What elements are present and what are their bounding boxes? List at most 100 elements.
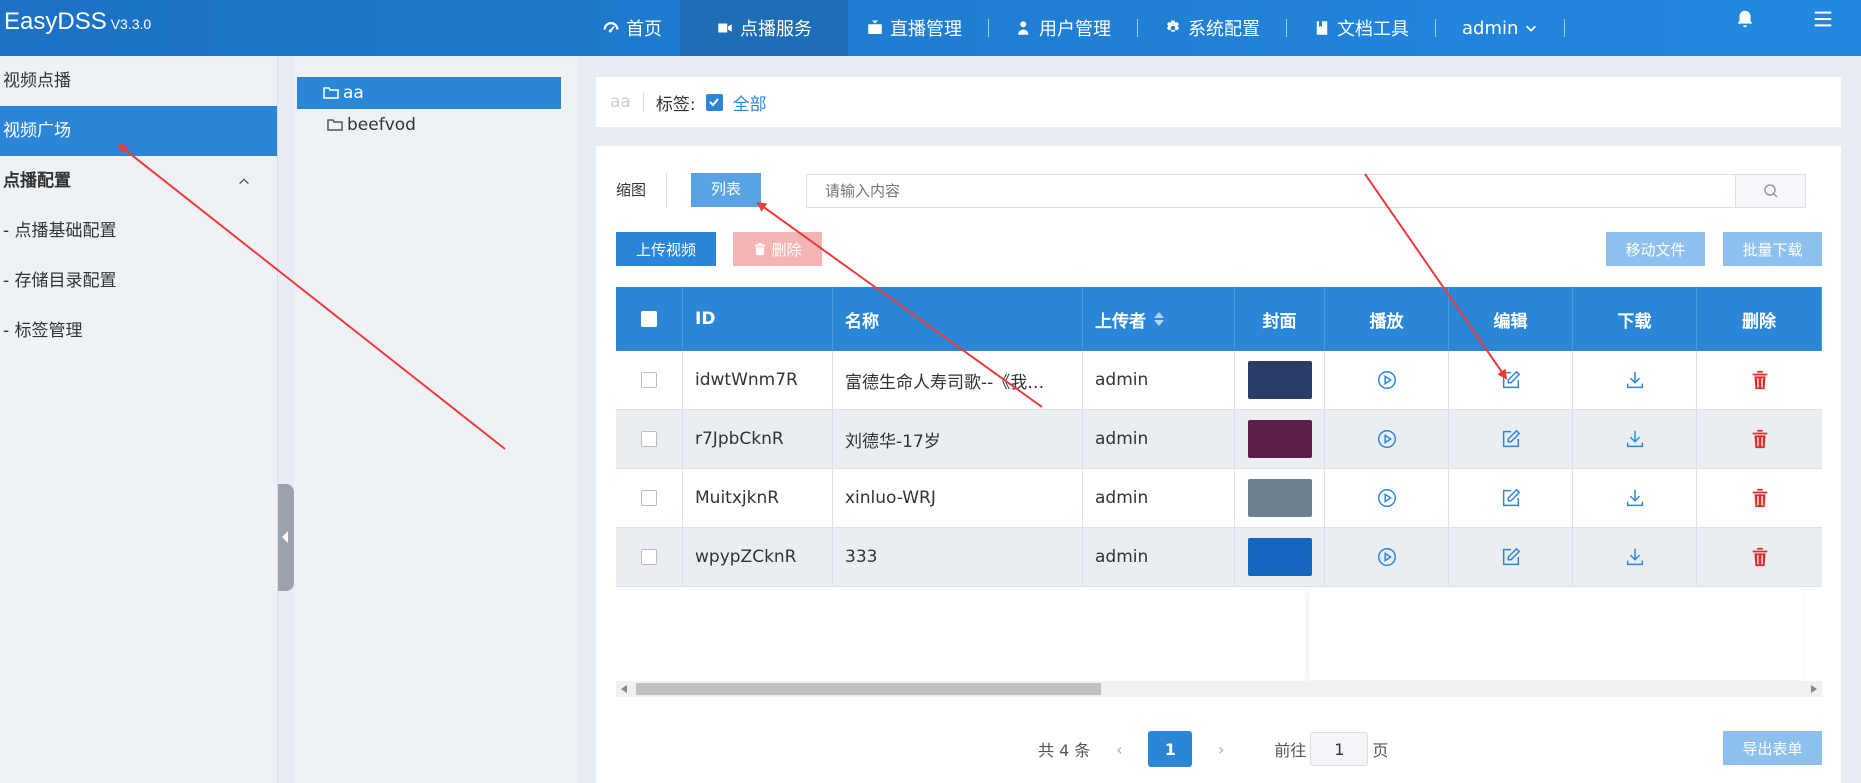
book-icon [1316,21,1328,35]
upload-video-button[interactable]: 上传视频 [616,232,716,266]
batch-download-button[interactable]: 批量下载 [1723,232,1822,266]
nav-separator [1137,19,1138,37]
brand-logo[interactable]: EasyDSS V3.3.0 [4,8,151,36]
folder-label: aa [343,83,364,103]
header-uploader[interactable]: 上传者 [1083,287,1235,351]
row-checkbox[interactable] [641,372,657,388]
nav-separator [988,19,989,37]
tag-all-checkbox[interactable] [705,93,723,111]
trash-icon[interactable] [1749,487,1771,509]
sidebar-item-vod[interactable]: 视频点播 [0,56,277,106]
delete-button[interactable]: 删除 [733,232,822,266]
select-all-checkbox[interactable] [641,311,657,327]
nav-home[interactable]: 首页 [584,0,680,56]
scrollbar-thumb[interactable] [636,683,1101,695]
admin-label: admin [1462,17,1519,39]
row-select-cell [616,469,683,527]
folder-item-beefvod[interactable]: beefvod [297,109,561,141]
sidebar-collapse-handle[interactable] [278,484,294,591]
chevron-up-icon [239,178,249,185]
nav-system[interactable]: 系统配置 [1146,0,1278,56]
row-download-cell [1573,410,1697,468]
row-select-cell [616,528,683,586]
hamburger-menu-icon[interactable] [1812,8,1834,30]
row-uploader: admin [1083,351,1235,409]
sidebar-item-basic-config[interactable]: - 点播基础配置 [0,206,277,256]
prev-page-icon[interactable]: ‹ [1104,740,1134,759]
nav-vod[interactable]: 点播服务 [680,0,848,56]
goto-page-input[interactable] [1310,732,1369,766]
folder-tree: aa beefvod [294,56,578,783]
download-icon[interactable] [1624,546,1646,568]
download-icon[interactable] [1624,369,1646,391]
cover-thumbnail[interactable] [1247,538,1312,576]
nav-system-label: 系统配置 [1188,19,1260,40]
thumbnail-view-tab[interactable]: 缩图 [616,173,668,207]
user-icon [1018,21,1029,35]
row-checkbox[interactable] [641,549,657,565]
header-name: 名称 [833,287,1083,351]
horizontal-scrollbar[interactable] [616,681,1822,697]
scroll-right-icon[interactable] [1811,685,1817,693]
play-icon[interactable] [1376,487,1398,509]
play-icon[interactable] [1376,369,1398,391]
play-icon[interactable] [1376,546,1398,568]
select-all-cell [616,287,683,351]
export-button[interactable]: 导出表单 [1723,731,1822,765]
edit-icon[interactable] [1500,546,1522,568]
row-id: r7JpbCknR [683,410,833,468]
trash-icon[interactable] [1749,369,1771,391]
sidebar-item-video-square[interactable]: 视频广场 [0,106,277,156]
cover-thumbnail[interactable] [1247,479,1312,517]
row-edit-cell [1449,410,1573,468]
bell-icon[interactable] [1734,8,1756,30]
search-button[interactable] [1735,175,1805,207]
sidebar-group-vod-config[interactable]: 点播配置 [0,156,277,206]
sidebar-group-label: 点播配置 [3,171,71,191]
trash-icon[interactable] [1749,546,1771,568]
sidebar-item-tag-management[interactable]: - 标签管理 [0,306,277,356]
top-bar: EasyDSS V3.3.0 首页 点播服务 直播管理 用户管理 系统配置 文档工… [0,0,1861,56]
row-edit-cell [1449,469,1573,527]
header-delete: 删除 [1697,287,1822,351]
cover-thumbnail[interactable] [1247,361,1312,399]
download-icon[interactable] [1624,428,1646,450]
list-view-tab[interactable]: 列表 [691,173,762,207]
page-number-current[interactable]: 1 [1148,731,1193,767]
play-icon[interactable] [1376,428,1398,450]
table-fixed-column-area [1309,589,1802,680]
nav-users[interactable]: 用户管理 [997,0,1129,56]
sidebar-item-storage-config[interactable]: - 存储目录配置 [0,256,277,306]
edit-icon[interactable] [1500,369,1522,391]
cover-thumbnail[interactable] [1247,420,1312,458]
edit-icon[interactable] [1500,487,1522,509]
edit-icon[interactable] [1500,428,1522,450]
nav-docs[interactable]: 文档工具 [1295,0,1427,56]
move-file-button[interactable]: 移动文件 [1606,232,1705,266]
table-row: idwtWnm7R 富德生命人寿司歌--《我… admin [616,351,1822,410]
view-toggle: 缩图 列表 [616,173,762,207]
scroll-left-icon[interactable] [621,685,627,693]
download-icon[interactable] [1624,487,1646,509]
trash-icon[interactable] [1749,428,1771,450]
row-play-cell [1325,528,1449,586]
row-checkbox[interactable] [641,431,657,447]
header-download: 下载 [1573,287,1697,351]
nav-live[interactable]: 直播管理 [848,0,980,56]
pagination: 共 4 条 ‹ 1 › 前往 页 [1038,731,1388,767]
folder-icon [327,119,343,131]
sort-icon[interactable] [1154,312,1164,326]
next-page-icon[interactable]: › [1206,740,1236,759]
admin-dropdown[interactable]: admin [1444,18,1556,39]
video-list-panel: 缩图 列表 上传视频 删除 移动文件 批量下载 ID 名称 上传者 封面 播放 … [596,146,1841,783]
row-checkbox[interactable] [641,490,657,506]
check-icon [709,98,719,107]
row-name: 刘德华-17岁 [833,410,1083,468]
folder-item-aa[interactable]: aa [297,77,561,109]
row-uploader: admin [1083,469,1235,527]
row-id: idwtWnm7R [683,351,833,409]
tag-all-label[interactable]: 全部 [733,90,767,115]
video-camera-icon [718,23,732,33]
search-input[interactable] [807,175,1735,207]
table-row: MuitxjknR xinluo-WRJ admin [616,469,1822,528]
